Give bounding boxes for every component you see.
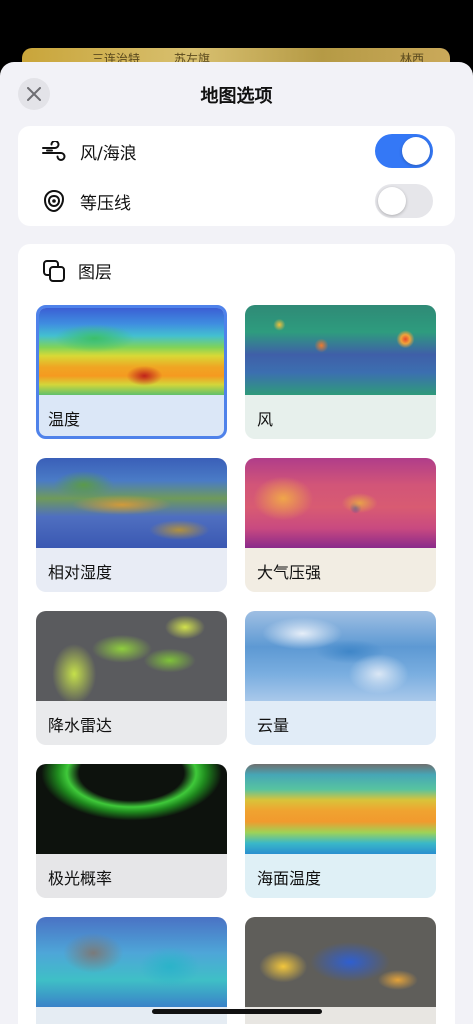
layers-header: 图层 xyxy=(42,258,112,283)
isobar-icon xyxy=(40,187,68,215)
toggle-knob xyxy=(402,137,430,165)
option-label: 等压线 xyxy=(80,193,131,214)
layer-map-thumbnail xyxy=(36,917,227,1007)
layer-tile-relative-humidity[interactable]: 相对湿度 xyxy=(36,458,227,592)
overlay-options-card: 风/海浪 等压线 xyxy=(18,126,455,226)
toggle-knob xyxy=(378,187,406,215)
layer-tile-sea-temperature[interactable]: 海面温度 xyxy=(245,764,436,898)
option-row-isobars[interactable]: 等压线 xyxy=(18,176,455,226)
temperature-map-thumbnail xyxy=(39,308,224,395)
layer-tile-temperature[interactable]: 温度 xyxy=(36,305,227,439)
layer-tile-10[interactable] xyxy=(245,917,436,1024)
layer-label: 海面温度 xyxy=(257,869,322,888)
layer-tile-wind[interactable]: 风 xyxy=(245,305,436,439)
cloud-map-thumbnail xyxy=(245,611,436,701)
map-options-sheet: 地图选项 风/海浪 等压线 图层 温度 风 相对湿度 大气压强 降水雷达 云量 … xyxy=(0,62,473,1024)
layer-label: 温度 xyxy=(48,410,81,429)
layer-tile-cloud-cover[interactable]: 云量 xyxy=(245,611,436,745)
layer-label: 相对湿度 xyxy=(48,563,113,582)
layer-tile-precipitation-radar[interactable]: 降水雷达 xyxy=(36,611,227,745)
sheet-title: 地图选项 xyxy=(200,86,273,107)
layer-label: 风 xyxy=(257,410,274,429)
layer-label: 极光概率 xyxy=(48,869,113,888)
sea-temperature-map-thumbnail xyxy=(245,764,436,854)
layers-icon xyxy=(43,259,65,282)
layer-label: 大气压强 xyxy=(257,563,322,582)
layers-card: 图层 温度 风 相对湿度 大气压强 降水雷达 云量 极光概率 海面温度 xyxy=(18,244,455,1024)
layers-title: 图层 xyxy=(78,263,112,283)
sheet-header: 地图选项 xyxy=(0,62,473,126)
isobars-toggle[interactable] xyxy=(375,184,433,218)
wind-map-thumbnail xyxy=(245,305,436,395)
layer-label: 降水雷达 xyxy=(48,716,113,735)
humidity-map-thumbnail xyxy=(36,458,227,548)
option-row-wind-waves[interactable]: 风/海浪 xyxy=(18,126,455,176)
radar-map-thumbnail xyxy=(36,611,227,701)
layer-label: 云量 xyxy=(257,716,290,735)
layer-map-thumbnail xyxy=(245,917,436,1007)
pressure-map-thumbnail xyxy=(245,458,436,548)
layer-tile-9[interactable] xyxy=(36,917,227,1024)
wind-waves-toggle[interactable] xyxy=(375,134,433,168)
aurora-map-thumbnail xyxy=(36,764,227,854)
layer-tile-aurora-probability[interactable]: 极光概率 xyxy=(36,764,227,898)
layer-tile-pressure[interactable]: 大气压强 xyxy=(245,458,436,592)
option-label: 风/海浪 xyxy=(80,143,137,164)
home-indicator[interactable] xyxy=(152,1009,322,1014)
wind-icon xyxy=(40,137,68,165)
